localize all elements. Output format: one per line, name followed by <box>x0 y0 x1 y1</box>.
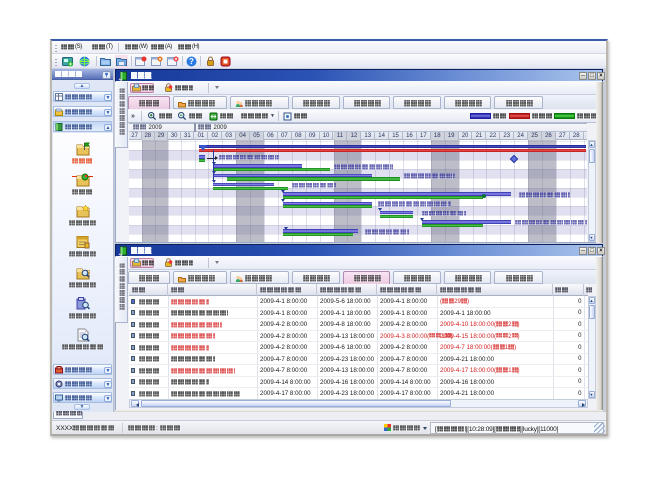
svg-text:?: ? <box>189 57 194 66</box>
